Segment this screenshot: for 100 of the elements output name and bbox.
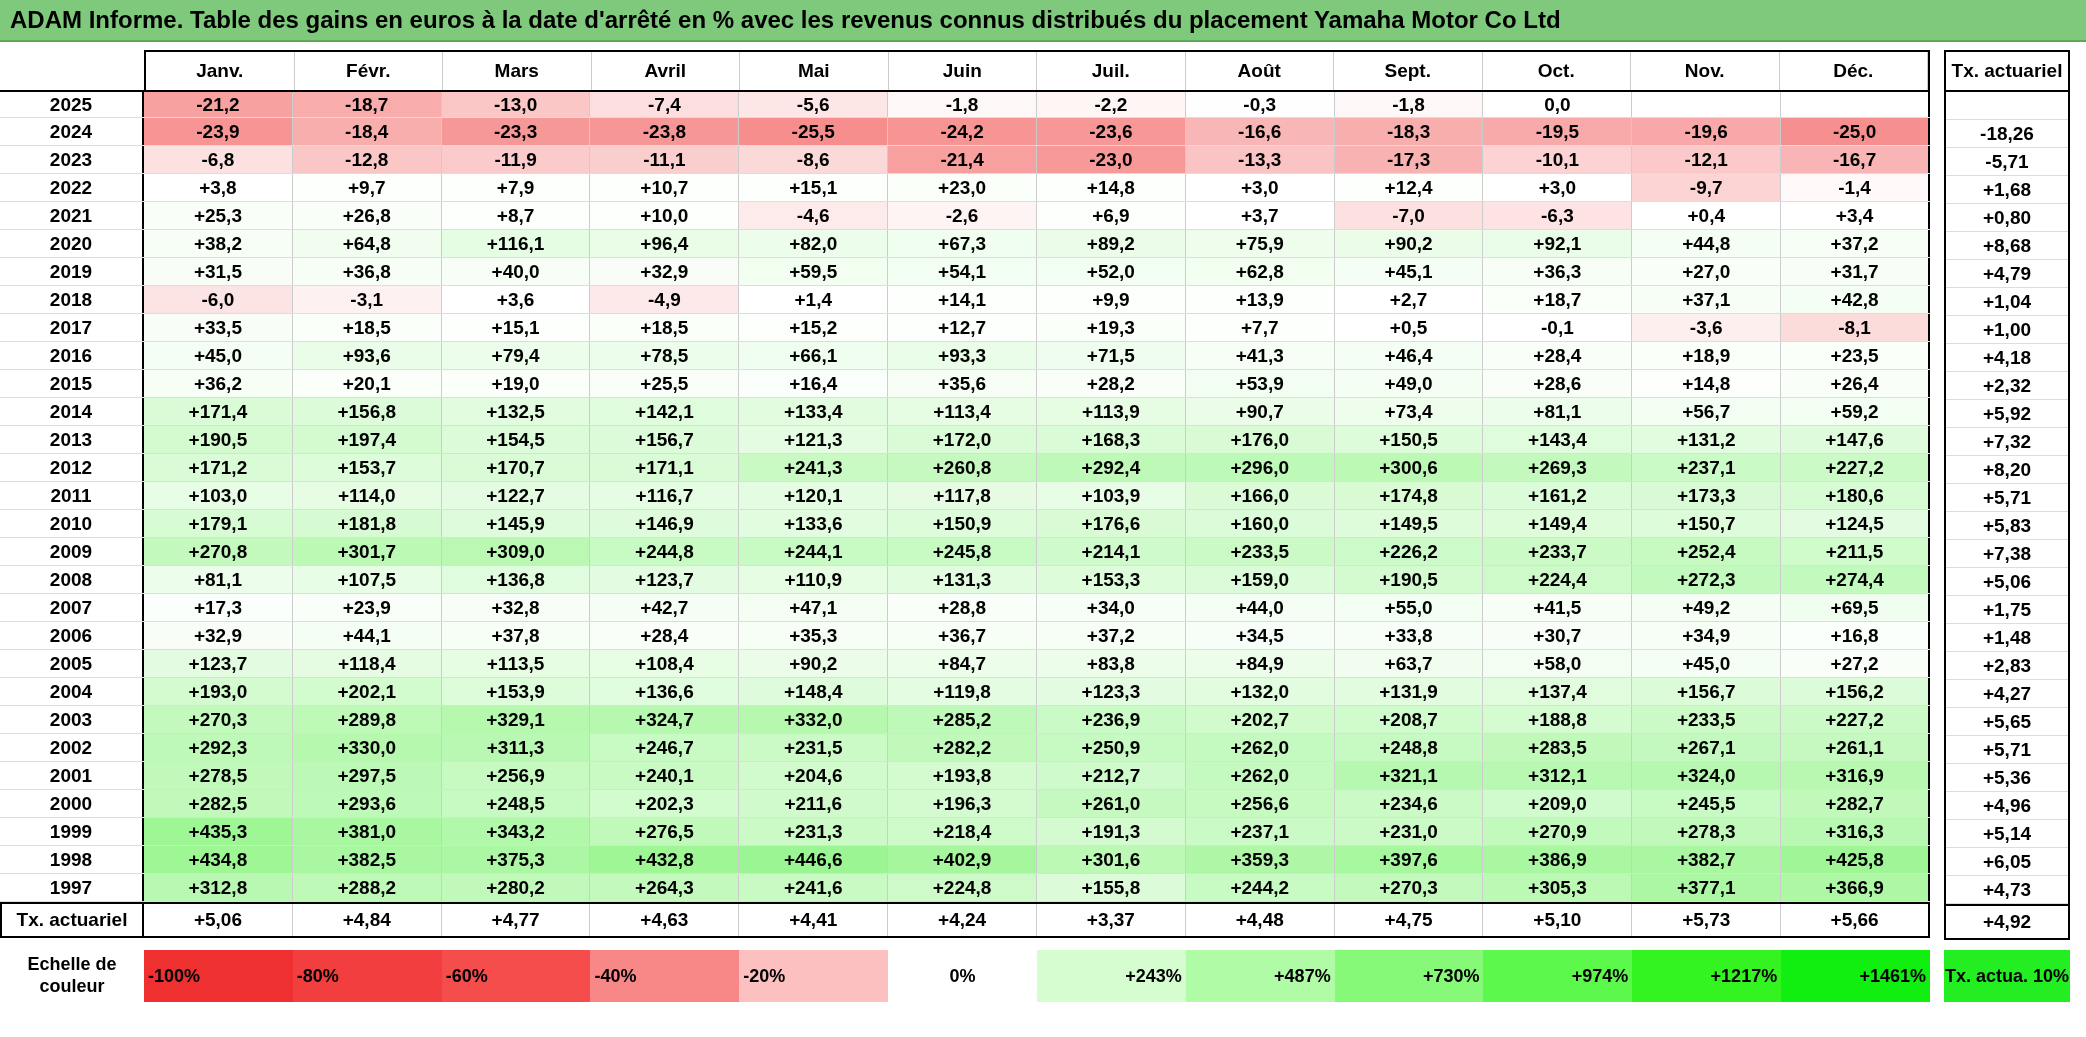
table-cell: +113,4: [888, 398, 1037, 425]
table-cell: +343,2: [441, 818, 591, 845]
table-cell: +1,75: [1946, 596, 2068, 624]
table-cell: +5,65: [1946, 708, 2068, 736]
table-cell: +49,2: [1632, 594, 1782, 621]
table-cell: +240,1: [590, 762, 740, 789]
table-cell: +92,1: [1483, 230, 1633, 257]
table-cell: -3,1: [292, 286, 442, 313]
table-cell: +386,9: [1483, 846, 1633, 873]
table-cell: +5,10: [1483, 904, 1633, 936]
table-cell: +174,8: [1334, 482, 1484, 509]
table-cell: +170,7: [441, 454, 591, 481]
table-cell: +262,0: [1185, 762, 1335, 789]
table-cell: +35,3: [739, 622, 889, 649]
table-cell: +324,7: [590, 706, 740, 733]
table-cell: +124,5: [1781, 510, 1930, 537]
table-cell: +78,5: [590, 342, 740, 369]
table-cell: +248,8: [1334, 734, 1484, 761]
column-header: Oct.: [1482, 52, 1631, 90]
table-cell: +32,9: [590, 258, 740, 285]
table-cell: +137,4: [1483, 678, 1633, 705]
table-cell: +382,7: [1632, 846, 1782, 873]
table-cell: +209,0: [1483, 790, 1633, 817]
table-cell: +37,1: [1632, 286, 1782, 313]
table-cell: -1,8: [888, 92, 1037, 117]
table-cell: -23,9: [144, 118, 293, 145]
table-cell: +5,73: [1632, 904, 1782, 936]
table-cell: +176,6: [1037, 510, 1186, 537]
table-cell: -23,8: [590, 118, 740, 145]
table-cell: +196,3: [888, 790, 1037, 817]
table-cell: +18,5: [590, 314, 740, 341]
table-cell: -4,6: [739, 202, 889, 229]
table-cell: -25,5: [739, 118, 889, 145]
table-cell: +90,2: [739, 650, 889, 677]
table-cell: +190,5: [144, 426, 293, 453]
table-cell: +280,2: [441, 874, 591, 901]
table-cell: +123,7: [590, 566, 740, 593]
table-cell: +149,4: [1483, 510, 1633, 537]
column-header: Sept.: [1334, 52, 1483, 90]
table-cell: -12,8: [292, 146, 442, 173]
table-cell: +168,3: [1037, 426, 1186, 453]
table-cell: -11,1: [590, 146, 740, 173]
table-cell: +1,04: [1946, 288, 2068, 316]
table-cell: +136,6: [590, 678, 740, 705]
table-cell: +231,5: [739, 734, 889, 761]
table-cell: +16,8: [1781, 622, 1930, 649]
table-cell: +191,3: [1037, 818, 1186, 845]
table-cell: -8,6: [739, 146, 889, 173]
table-cell: +382,5: [292, 846, 442, 873]
table-cell: +160,0: [1185, 510, 1335, 537]
table-cell: +3,37: [1037, 904, 1186, 936]
table-cell: +166,0: [1185, 482, 1335, 509]
table-cell: +269,3: [1483, 454, 1633, 481]
table-cell: +7,38: [1946, 540, 2068, 568]
table-cell: +62,8: [1185, 258, 1335, 285]
table-cell: +293,6: [292, 790, 442, 817]
table-cell: +397,6: [1334, 846, 1484, 873]
table-cell: +316,3: [1781, 818, 1930, 845]
table-cell: +113,9: [1037, 398, 1186, 425]
table-cell: +41,3: [1185, 342, 1335, 369]
table-cell: +231,3: [739, 818, 889, 845]
table-cell: +123,3: [1037, 678, 1186, 705]
table-cell: +312,1: [1483, 762, 1633, 789]
table-cell: +285,2: [888, 706, 1037, 733]
table-cell: +236,9: [1037, 706, 1186, 733]
table-cell: +15,2: [739, 314, 889, 341]
table-cell: +377,1: [1632, 874, 1782, 901]
table-cell: +193,8: [888, 762, 1037, 789]
table-cell: +256,9: [441, 762, 591, 789]
table-cell: +36,7: [888, 622, 1037, 649]
table-cell: +69,5: [1781, 594, 1930, 621]
table-cell: +75,9: [1185, 230, 1335, 257]
table-cell: -21,2: [144, 92, 293, 117]
table-cell: +1,00: [1946, 316, 2068, 344]
table-cell: +212,7: [1037, 762, 1186, 789]
table-cell: +5,71: [1946, 736, 2068, 764]
table-cell: +27,0: [1632, 258, 1782, 285]
table-cell: +300,6: [1334, 454, 1484, 481]
table-cell: +5,83: [1946, 512, 2068, 540]
table-cell: +270,9: [1483, 818, 1633, 845]
table-cell: +47,1: [739, 594, 889, 621]
table-cell: +434,8: [144, 846, 293, 873]
table-cell: +278,3: [1632, 818, 1782, 845]
table-cell: +89,2: [1037, 230, 1186, 257]
table-cell: +233,5: [1185, 538, 1335, 565]
legend-swatch: -20%: [739, 950, 889, 1002]
table-cell: +231,0: [1334, 818, 1484, 845]
table-cell: +282,2: [888, 734, 1037, 761]
table-cell: +55,0: [1334, 594, 1484, 621]
table-cell: +171,2: [144, 454, 293, 481]
table-cell: +4,96: [1946, 792, 2068, 820]
table-cell: +120,1: [739, 482, 889, 509]
table-cell: +312,8: [144, 874, 293, 901]
table-cell: +244,1: [739, 538, 889, 565]
table-cell: +96,4: [590, 230, 740, 257]
table-cell: +116,7: [590, 482, 740, 509]
table-cell: +8,68: [1946, 232, 2068, 260]
table-cell: +176,0: [1185, 426, 1335, 453]
table-cell: +83,8: [1037, 650, 1186, 677]
table-cell: +63,7: [1334, 650, 1484, 677]
